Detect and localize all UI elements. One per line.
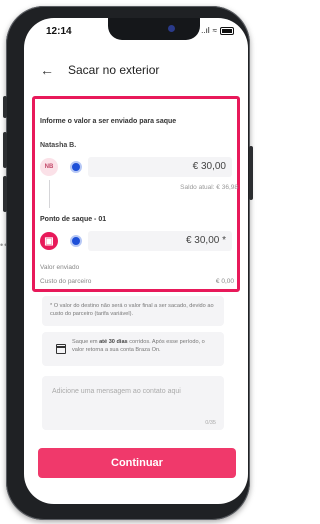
disclaimer-text: * O valor do destino não será o valor fi… [50,303,214,318]
signal-icon: ..ıl [201,26,210,35]
arrow-left-icon[interactable]: ← [40,62,54,78]
notch [108,18,200,40]
sender-avatar: NB [40,158,58,176]
message-input[interactable]: Adicione uma mensagem ao contato aqui 0/… [42,376,224,430]
deadline-card: Saque em até 30 dias corridos. Após esse… [42,332,224,366]
partner-fee-label: Custo do parceiro [40,278,92,285]
sender-amount-input[interactable]: € 30,00 [88,157,232,177]
message-char-count: 0/35 [205,420,216,426]
disclaimer-card: * O valor do destino não será o valor fi… [42,296,224,326]
front-camera [168,25,175,32]
deadline-prefix: Saque em [72,339,100,345]
status-icons: ..ıl ≈ [201,26,234,35]
page-title: Sacar no exterior [68,63,160,77]
battery-icon [220,26,234,35]
withdrawal-point-avatar: ▣ [40,232,58,250]
sent-value-label: Valor enviado [40,264,80,271]
sender-balance: Saldo atual: € 36,98 [180,184,238,191]
recipient-name: Ponto de saque - 01 [40,216,107,223]
status-time: 12:14 [46,26,72,37]
power-button [249,146,253,200]
continue-button[interactable]: Continuar [38,448,236,478]
calendar-icon [56,344,66,354]
volume-down-button [3,176,7,212]
deadline-bold: até 30 dias [99,339,128,345]
form-prompt: Informe o valor a ser enviado para saque [40,118,177,125]
partner-fee-value: € 0,00 [215,278,234,285]
page-header: ← Sacar no exterior [40,62,159,78]
app-screen: 12:14 ..ıl ≈ ← Sacar no exterior Informe… [24,18,248,504]
recipient-amount-input[interactable]: € 30,00 * [88,231,232,251]
volume-up-button [3,132,7,168]
sender-name: Natasha B. [40,142,77,149]
message-placeholder: Adicione uma mensagem ao contato aqui [52,388,181,395]
euro-currency-icon [70,235,82,247]
withdrawal-form-highlight [32,96,240,292]
connector-line [49,180,50,208]
wifi-icon: ≈ [212,26,217,35]
euro-currency-icon [70,161,82,173]
mute-switch [3,96,7,118]
